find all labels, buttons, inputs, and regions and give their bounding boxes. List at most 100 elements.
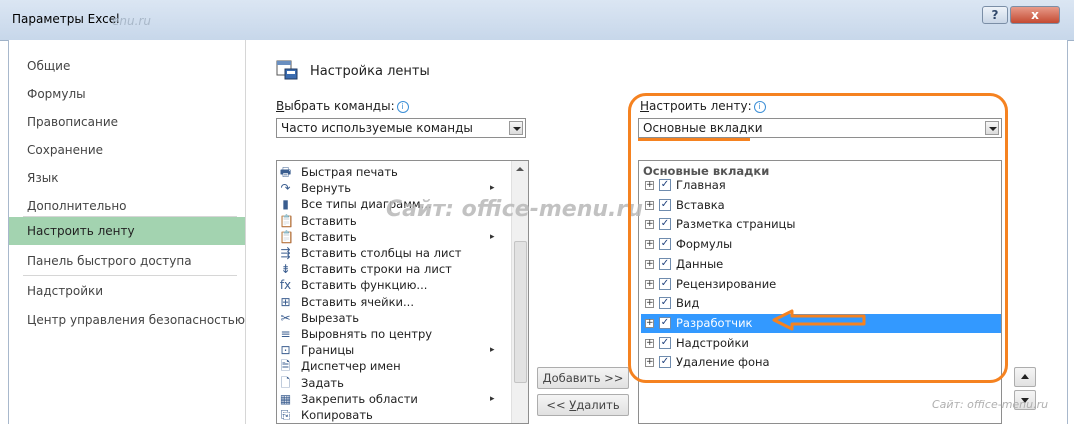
- customize-ribbon-icon: [276, 60, 298, 80]
- nav-item-label: Дополнительно: [27, 199, 127, 213]
- command-item[interactable]: 🖶 Быстрая печать: [277, 165, 523, 180]
- command-item[interactable]: ⊡ Границы ▸: [277, 343, 523, 358]
- nav-item-language[interactable]: Язык: [9, 164, 245, 192]
- section-title: Настройка ленты: [310, 64, 430, 79]
- copy-icon: ⎘: [280, 408, 291, 422]
- command-item[interactable]: ▦ Закрепить области ▸: [277, 392, 523, 407]
- button-prefix: <<: [546, 398, 570, 412]
- command-label: Вставить функцию...: [301, 278, 428, 293]
- site-watermark: Сайт: office-menu.ru: [386, 197, 643, 222]
- command-item[interactable]: ✂ Вырезать: [277, 311, 523, 326]
- command-label: Выровнять по центру: [301, 327, 433, 341]
- nav-item-label: Центр управления безопасностью: [27, 313, 245, 327]
- scroll-thumb[interactable]: [514, 241, 527, 383]
- move-up-button[interactable]: [1014, 367, 1036, 387]
- paste-icon: 📋: [279, 229, 294, 244]
- category-nav: Общие Формулы Правописание Сохранение Яз…: [9, 40, 246, 424]
- help-button[interactable]: ?: [982, 6, 1008, 24]
- command-item[interactable]: fx Вставить функцию...: [277, 278, 523, 293]
- nav-divider: [23, 275, 237, 276]
- button-label: обавить >>: [551, 371, 624, 385]
- insert-cells-icon: ⊞: [280, 294, 291, 309]
- triangle-up-icon: [1021, 374, 1029, 379]
- command-label: Вернуть: [301, 181, 352, 196]
- command-label: Вставить: [301, 229, 357, 244]
- nav-item-quick-access[interactable]: Панель быстрого доступа: [9, 247, 245, 275]
- corner-watermark: Сайт: office-menu.ru: [932, 398, 1049, 411]
- command-item[interactable]: 🗎 Диспетчер имен: [277, 359, 523, 374]
- command-item[interactable]: ⇶ Вставить столбцы на лист: [277, 246, 523, 261]
- nav-item-save[interactable]: Сохранение: [9, 136, 245, 164]
- close-icon: x: [1031, 8, 1039, 22]
- nav-item-label: Общие: [27, 59, 71, 73]
- command-item[interactable]: ⊞ Вставить ячейки...: [277, 295, 523, 310]
- choose-commands-label: Выбрать команды: i: [276, 99, 409, 113]
- highlight-frame: [628, 93, 1008, 383]
- access-key: В: [276, 99, 285, 113]
- title-bar: Параметры Excel enu.ru ? x: [0, 0, 1074, 41]
- command-item[interactable]: ≡ Выровнять по центру: [277, 327, 523, 342]
- quick-print-icon: 🖶: [279, 165, 292, 179]
- nav-item-label: Язык: [27, 171, 59, 185]
- name-manager-icon: 🗎: [280, 359, 291, 374]
- command-label: Задать: [301, 375, 344, 390]
- highlight-underline: [638, 138, 750, 141]
- remove-button[interactable]: << Удалить: [537, 394, 629, 416]
- add-button[interactable]: Добавить >>: [537, 367, 629, 389]
- command-label: Вырезать: [301, 310, 359, 325]
- command-label: Границы: [301, 343, 355, 358]
- command-label: Быстрая печать: [301, 165, 398, 179]
- nav-item-label: Правописание: [27, 115, 119, 129]
- submenu-arrow-icon: ▸: [490, 345, 495, 356]
- command-item[interactable]: ⇟ Вставить строки на лист: [277, 262, 523, 277]
- borders-icon: ⊡: [280, 343, 291, 358]
- chart-icon: ▮: [282, 197, 289, 212]
- title-watermark: enu.ru: [112, 14, 151, 28]
- command-label: Копировать: [301, 408, 373, 422]
- cut-icon: ✂: [280, 310, 291, 325]
- access-key: Д: [542, 371, 552, 385]
- command-item[interactable]: ⎘ Копировать: [277, 408, 523, 423]
- nav-item-label: Формулы: [27, 87, 86, 101]
- command-label: Вставить ячейки...: [301, 294, 414, 309]
- button-label: далить: [576, 398, 620, 412]
- freeze-panes-icon: ▦: [279, 391, 292, 406]
- redo-icon: ↷: [280, 181, 291, 196]
- label-text: ыбрать команды:: [284, 99, 395, 113]
- help-icon: ?: [991, 8, 999, 22]
- choose-commands-dropdown[interactable]: Часто используемые команды: [276, 118, 526, 138]
- command-label: Вставить: [301, 213, 357, 228]
- command-item[interactable]: ↷ Вернуть ▸: [277, 181, 523, 196]
- info-icon: i: [396, 101, 409, 113]
- align-center-icon: ≡: [280, 327, 291, 341]
- nav-item-label: Панель быстрого доступа: [27, 254, 192, 268]
- submenu-arrow-icon: ▸: [490, 183, 495, 194]
- nav-item-trust-center[interactable]: Центр управления безопасностью: [9, 306, 245, 334]
- nav-item-formulas[interactable]: Формулы: [9, 80, 245, 108]
- close-button[interactable]: x: [1010, 6, 1060, 24]
- command-label: Вставить строки на лист: [301, 262, 452, 277]
- nav-item-label: Сохранение: [27, 143, 104, 157]
- nav-item-customize-ribbon[interactable]: Настроить ленту: [9, 217, 245, 245]
- submenu-arrow-icon: ▸: [490, 393, 495, 404]
- arrow-left-icon: [772, 309, 866, 331]
- nav-item-label: Надстройки: [27, 284, 104, 298]
- paste-icon: 📋: [279, 213, 294, 228]
- scroll-up-icon[interactable]: [516, 167, 524, 171]
- function-icon: fx: [279, 278, 292, 293]
- chevron-down-icon[interactable]: [509, 121, 523, 135]
- insert-columns-icon: ⇶: [280, 246, 291, 260]
- nav-item-addins[interactable]: Надстройки: [9, 277, 245, 305]
- command-item[interactable]: 📋 Вставить ▸: [277, 230, 523, 245]
- insert-rows-icon: ⇟: [280, 262, 291, 277]
- nav-item-general[interactable]: Общие: [9, 52, 245, 80]
- command-item[interactable]: 🗋 Задать: [277, 376, 523, 391]
- command-label: Диспетчер имен: [301, 359, 401, 374]
- window-title: Параметры Excel: [12, 12, 120, 26]
- set-print-area-icon: 🗋: [280, 375, 291, 390]
- command-label: Закрепить области: [301, 391, 418, 406]
- submenu-arrow-icon: ▸: [490, 231, 495, 242]
- nav-item-label: Настроить ленту: [27, 224, 135, 238]
- dropdown-value: Часто используемые команды: [281, 121, 473, 135]
- nav-item-proofing[interactable]: Правописание: [9, 108, 245, 136]
